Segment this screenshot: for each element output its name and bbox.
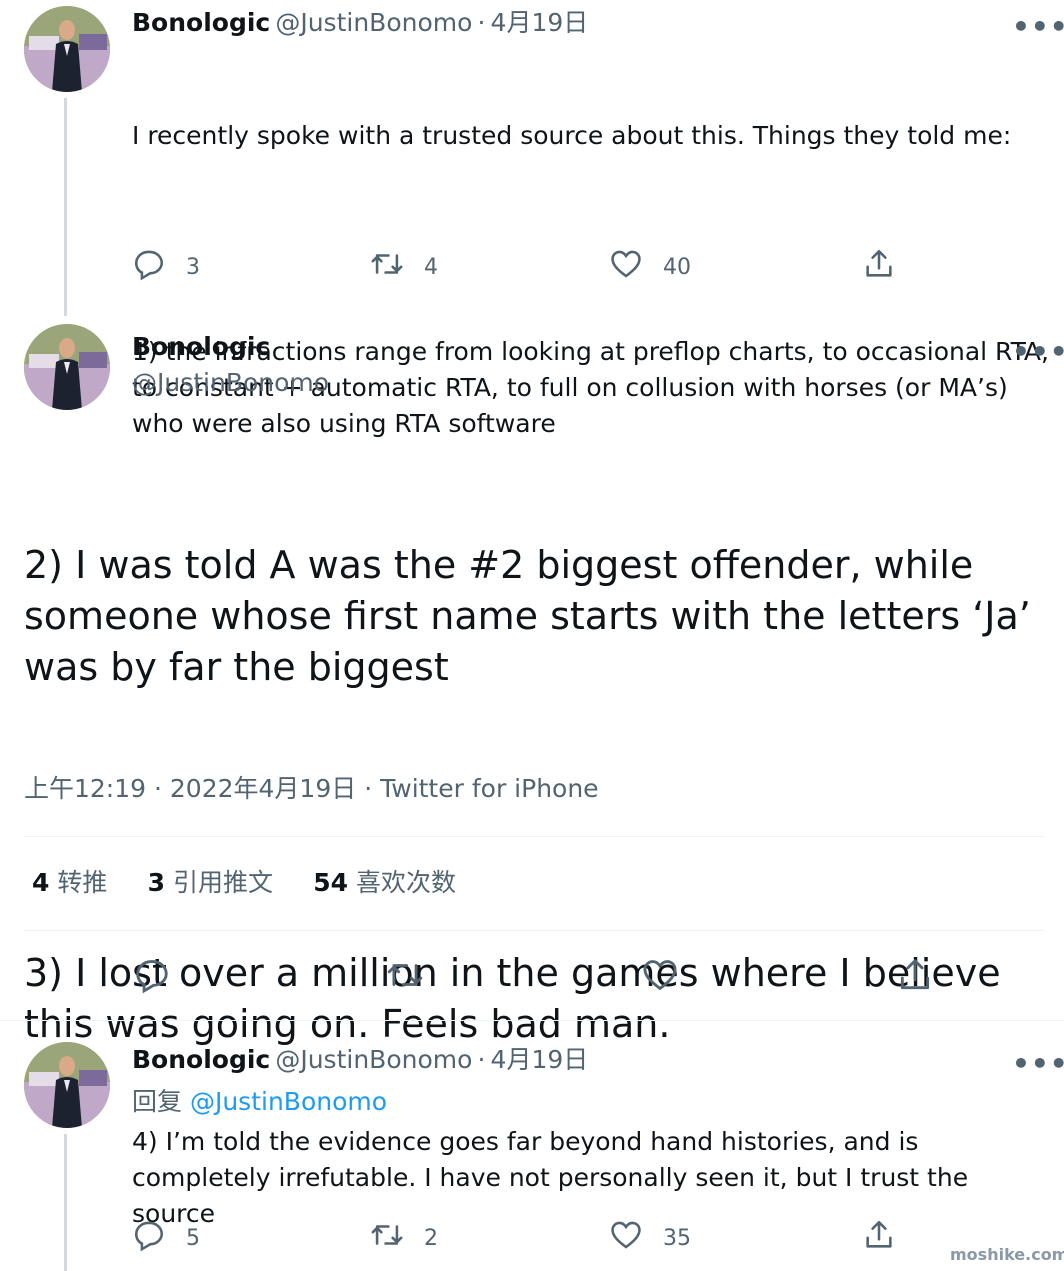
retweet-count: 4 xyxy=(424,254,438,280)
likes-stat-label: 喜欢次数 xyxy=(356,868,457,897)
more-icon[interactable]: ••• xyxy=(1012,335,1064,368)
retweet-button[interactable] xyxy=(386,956,424,1000)
separator: · xyxy=(154,774,162,803)
reply-icon xyxy=(132,1218,166,1258)
tweet-date[interactable]: 4月19日 xyxy=(491,1045,589,1074)
tweet-text: 4) I’m told the evidence goes far beyond… xyxy=(132,1127,977,1228)
like-icon xyxy=(641,956,679,1000)
share-button[interactable] xyxy=(862,247,896,287)
tweet-time[interactable]: 上午12:19 xyxy=(24,774,146,803)
reply-context: 回复 @JustinBonomo xyxy=(132,1085,387,1119)
reply-count: 3 xyxy=(186,254,200,280)
quotes-stat-count: 3 xyxy=(147,868,166,897)
reply-prefix: 回复 xyxy=(132,1087,183,1116)
like-icon xyxy=(609,247,643,287)
avatar[interactable] xyxy=(24,6,110,92)
like-button[interactable] xyxy=(641,956,679,1000)
share-button[interactable] xyxy=(896,956,934,1000)
reply-button[interactable]: 3 xyxy=(132,247,200,287)
retweet-icon xyxy=(370,247,404,287)
reply-icon xyxy=(132,247,166,287)
tweet-paragraph: 2) I was told A was the #2 biggest offen… xyxy=(24,543,1043,689)
reply-icon xyxy=(133,956,171,1000)
tweet-header: Bonologic @JustinBonomo · 4月19日 xyxy=(132,1043,588,1080)
thread-line xyxy=(64,98,67,316)
author-handle[interactable]: @JustinBonomo xyxy=(132,366,329,400)
retweets-stat-label: 转推 xyxy=(57,868,108,897)
separator: · xyxy=(477,8,486,37)
quotes-stat-label: 引用推文 xyxy=(173,868,274,897)
retweets-stat[interactable]: 4 转推 xyxy=(32,868,113,897)
avatar[interactable] xyxy=(24,1042,110,1128)
reply-count: 5 xyxy=(186,1225,200,1251)
share-button[interactable] xyxy=(862,1218,896,1258)
share-icon xyxy=(896,956,934,1000)
reply-button[interactable]: 5 xyxy=(132,1218,200,1258)
reply-to-link[interactable]: @JustinBonomo xyxy=(190,1087,387,1116)
divider xyxy=(24,930,1044,931)
author-handle[interactable]: @JustinBonomo xyxy=(275,8,472,37)
more-icon[interactable]: ••• xyxy=(1012,1047,1064,1080)
tweet-paragraph: 3) I lost over a million in the games wh… xyxy=(24,951,1013,1046)
watermark: moshike.com xyxy=(950,1245,1064,1264)
retweet-button[interactable]: 4 xyxy=(370,247,438,287)
author-name[interactable]: Bonologic xyxy=(132,1045,270,1074)
divider xyxy=(24,836,1044,837)
reply-button[interactable] xyxy=(133,956,171,1000)
thread-line xyxy=(64,1134,67,1271)
engagement-stats: 4 转推 3 引用推文 54 喜欢次数 xyxy=(32,866,456,903)
retweet-icon xyxy=(370,1218,404,1258)
tweet-source[interactable]: Twitter for iPhone xyxy=(380,774,598,803)
retweet-icon xyxy=(386,956,424,1000)
author-handle[interactable]: @JustinBonomo xyxy=(275,1045,472,1074)
tweet-text: I recently spoke with a trusted source a… xyxy=(132,46,1052,478)
share-icon xyxy=(862,247,896,287)
tweet-text: 2) I was told A was the #2 biggest offen… xyxy=(24,438,1044,1101)
tweet-text-line: I recently spoke with a trusted source a… xyxy=(132,121,1012,150)
more-icon[interactable]: ••• xyxy=(1012,10,1064,43)
likes-stat[interactable]: 54 喜欢次数 xyxy=(313,868,456,897)
like-button[interactable]: 35 xyxy=(609,1218,691,1258)
retweet-button[interactable]: 2 xyxy=(370,1218,438,1258)
retweets-stat-count: 4 xyxy=(32,868,50,897)
tweet-date[interactable]: 2022年4月19日 xyxy=(170,774,356,803)
tweet-date[interactable]: 4月19日 xyxy=(491,8,589,37)
like-count: 40 xyxy=(663,254,691,280)
like-icon xyxy=(609,1218,643,1258)
separator: · xyxy=(364,774,373,803)
tweet-meta: 上午12:19 · 2022年4月19日 · Twitter for iPhon… xyxy=(24,772,599,806)
quotes-stat[interactable]: 3 引用推文 xyxy=(148,868,279,897)
like-count: 35 xyxy=(663,1225,691,1251)
likes-stat-count: 54 xyxy=(313,868,349,897)
retweet-count: 2 xyxy=(424,1225,438,1251)
tweet-header: Bonologic @JustinBonomo · 4月19日 xyxy=(132,6,588,43)
avatar[interactable] xyxy=(24,324,110,410)
divider xyxy=(0,1020,1064,1021)
author-name[interactable]: Bonologic xyxy=(132,330,270,364)
author-name[interactable]: Bonologic xyxy=(132,8,270,37)
share-icon xyxy=(862,1218,896,1258)
like-button[interactable]: 40 xyxy=(609,247,691,287)
separator: · xyxy=(477,1045,486,1074)
